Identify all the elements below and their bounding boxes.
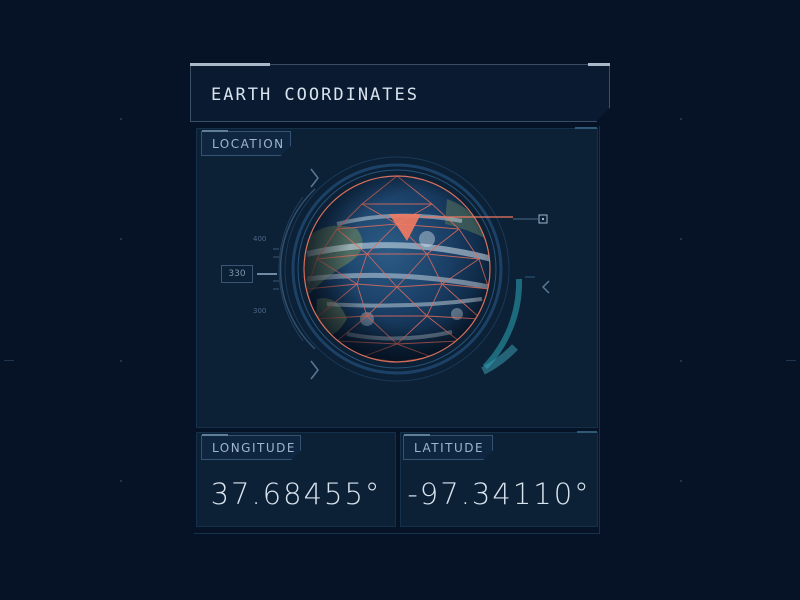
dial-chevron-icon [310,360,319,380]
bg-tick [120,238,122,240]
page-title: EARTH COORDINATES [211,85,419,105]
tag-accent [202,434,228,436]
dial-chevron-icon [310,168,319,188]
bg-tick [120,118,122,120]
longitude-panel: LONGITUDE 37.68455° [196,432,396,527]
bg-tick [680,238,682,240]
bg-tick [680,480,682,482]
globe-icon [303,175,491,363]
latitude-label: LATITUDE [414,441,485,455]
longitude-value: 37.68455° [210,477,382,511]
longitude-label: LONGITUDE [212,441,296,455]
bg-tick [680,360,682,362]
earth-coordinates-screen: EARTH COORDINATES LOCATION 400 330 300 L… [0,0,800,600]
panel-accent [577,431,597,433]
location-panel: LOCATION 400 330 300 [196,127,598,428]
globe-graphic [257,156,550,382]
bg-tick [4,360,14,361]
bg-tick [680,118,682,120]
longitude-tag: LONGITUDE [201,434,301,460]
title-panel: EARTH COORDINATES [190,63,610,122]
chevron-left-icon [541,280,550,294]
tag-accent [404,434,430,436]
latitude-value: -97.34110° [407,477,591,511]
bg-tick [120,480,122,482]
latitude-panel: LATITUDE -97.34110° [400,431,598,527]
latitude-tag: LATITUDE [403,434,493,460]
scale-ticks [273,248,279,290]
bg-tick [786,360,796,361]
title-corner [596,108,610,122]
bg-tick [120,360,122,362]
